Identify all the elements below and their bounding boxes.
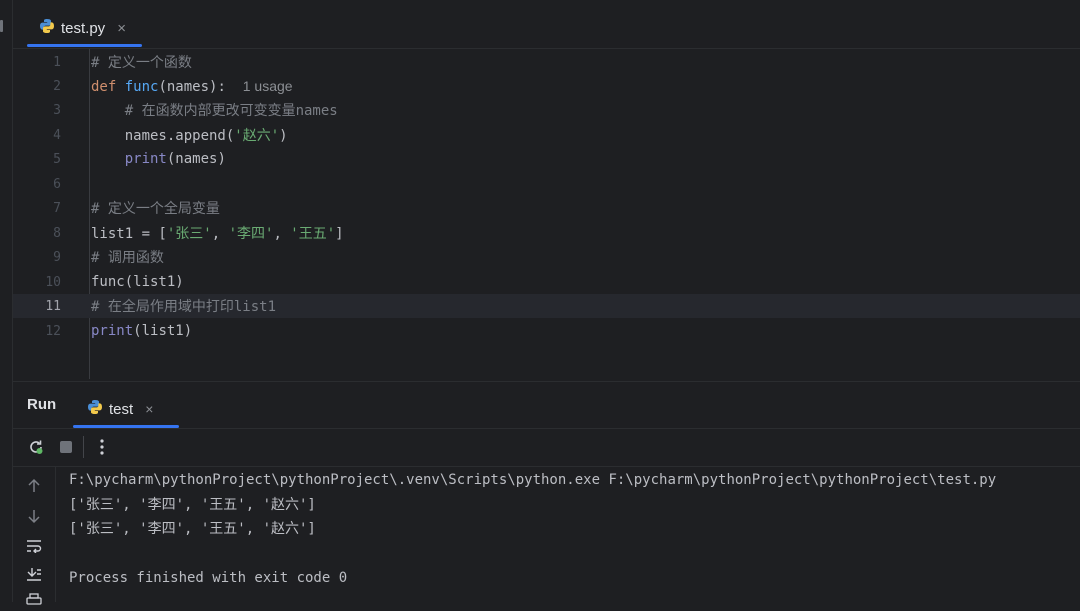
code-comment: # 定义一个全局变量 xyxy=(91,201,220,217)
run-toolbar xyxy=(13,428,1080,467)
code-line[interactable]: 10 func(list1) xyxy=(13,270,1080,294)
keyword: def xyxy=(91,78,117,95)
line-number: 1 xyxy=(53,54,61,70)
console-line: ['张三', '李四', '王五', '赵六'] xyxy=(69,521,316,537)
tab-test-py[interactable]: test.py × xyxy=(27,8,138,48)
code-line[interactable]: 1 # 定义一个函数 xyxy=(13,50,1080,74)
code-text: func(list1) xyxy=(91,274,184,290)
code-pre: names.append( xyxy=(124,128,235,144)
rerun-icon[interactable] xyxy=(25,436,47,458)
toolbar-divider xyxy=(83,436,84,458)
string-literal: '王五' xyxy=(290,226,336,242)
more-icon[interactable] xyxy=(91,436,113,458)
code-text: list1 = ['张三', '李四', '王五'] xyxy=(91,226,344,242)
tool-window-stub[interactable] xyxy=(0,20,3,32)
code-text: print(names) xyxy=(91,151,226,167)
line-number: 12 xyxy=(45,323,61,339)
line-number: 8 xyxy=(53,225,61,241)
code-rest: (names) xyxy=(166,151,226,167)
line-number: 3 xyxy=(53,102,61,118)
python-icon xyxy=(87,399,103,420)
code-line[interactable]: 3 # 在函数内部更改可变变量names xyxy=(13,98,1080,122)
code-line[interactable]: 4 names.append('赵六') xyxy=(13,123,1080,147)
code-line-current[interactable]: 11 # 在全局作用域中打印list1 xyxy=(13,294,1080,318)
code-text: names.append('赵六') xyxy=(91,125,288,145)
code-pre: list1 = [ xyxy=(91,226,167,242)
scroll-up-icon[interactable] xyxy=(23,475,45,497)
builtin: print xyxy=(124,151,167,167)
code-comment: # 调用函数 xyxy=(91,250,164,266)
line-number: 2 xyxy=(53,78,61,94)
print-icon[interactable] xyxy=(23,589,45,611)
code-rest: (list1) xyxy=(133,323,193,339)
function-name: func xyxy=(124,78,159,95)
stop-icon[interactable] xyxy=(55,436,77,458)
console-line: ['张三', '李四', '王五', '赵六'] xyxy=(69,496,316,513)
string-literal: '赵六' xyxy=(234,128,280,144)
code-line[interactable]: 9 # 调用函数 xyxy=(13,245,1080,269)
line-number: 4 xyxy=(53,127,61,143)
line-number: 6 xyxy=(53,176,61,192)
code-line[interactable]: 7 # 定义一个全局变量 xyxy=(13,196,1080,220)
string-literal: '张三' xyxy=(166,226,212,242)
code-editor[interactable]: 1 # 定义一个函数 2 def func(names): 1 usage 3 … xyxy=(13,49,1080,379)
editor-tab-bar: test.py × xyxy=(13,0,1080,49)
string-literal: '李四' xyxy=(228,226,274,242)
line-number: 10 xyxy=(45,274,61,290)
close-icon[interactable]: × xyxy=(145,401,153,417)
scroll-down-icon[interactable] xyxy=(23,505,45,527)
scroll-to-end-icon[interactable] xyxy=(23,563,45,585)
tab-label: test.py xyxy=(61,19,106,37)
builtin: print xyxy=(91,323,134,339)
line-number: 7 xyxy=(53,200,61,216)
code-comment: # 在全局作用域中打印list1 xyxy=(91,299,277,315)
code-line[interactable]: 12 print(list1) xyxy=(13,319,1080,343)
run-panel-title: Run xyxy=(27,396,57,413)
python-icon xyxy=(39,18,55,39)
console-line: F:\pycharm\pythonProject\pythonProject\.… xyxy=(69,472,997,488)
usage-hint[interactable]: 1 usage xyxy=(243,78,293,94)
console-line: Process finished with exit code 0 xyxy=(69,570,348,586)
code-line[interactable]: 5 print(names) xyxy=(13,147,1080,171)
soft-wrap-icon[interactable] xyxy=(23,535,45,557)
line-number: 9 xyxy=(53,249,61,265)
line-number: 5 xyxy=(53,151,61,167)
close-icon[interactable]: × xyxy=(117,20,126,37)
run-tab-label: test xyxy=(109,400,134,418)
console-side-toolbar xyxy=(13,467,56,605)
code-post: ) xyxy=(279,128,288,144)
code-line[interactable]: 2 def func(names): 1 usage xyxy=(13,74,1080,98)
code-line[interactable]: 8 list1 = ['张三', '李四', '王五'] xyxy=(13,221,1080,245)
run-tab-test[interactable]: test × xyxy=(87,390,153,428)
active-tab-indicator xyxy=(27,44,142,47)
code-comment: # 定义一个函数 xyxy=(91,55,192,71)
run-panel-header: Run test × xyxy=(13,381,1080,429)
code-text: print(list1) xyxy=(91,323,192,339)
console-output[interactable]: F:\pycharm\pythonProject\pythonProject\.… xyxy=(69,467,1080,602)
code-text: def func(names): 1 usage xyxy=(91,78,293,95)
left-tool-strip xyxy=(0,0,13,602)
code-comment: # 在函数内部更改可变变量names xyxy=(91,100,338,120)
code-rest: (names): xyxy=(158,78,226,95)
line-number: 11 xyxy=(45,298,61,314)
code-line[interactable]: 6 xyxy=(13,172,1080,196)
comment-text: # 在函数内部更改可变变量names xyxy=(124,103,338,119)
code-post: ] xyxy=(335,226,344,242)
